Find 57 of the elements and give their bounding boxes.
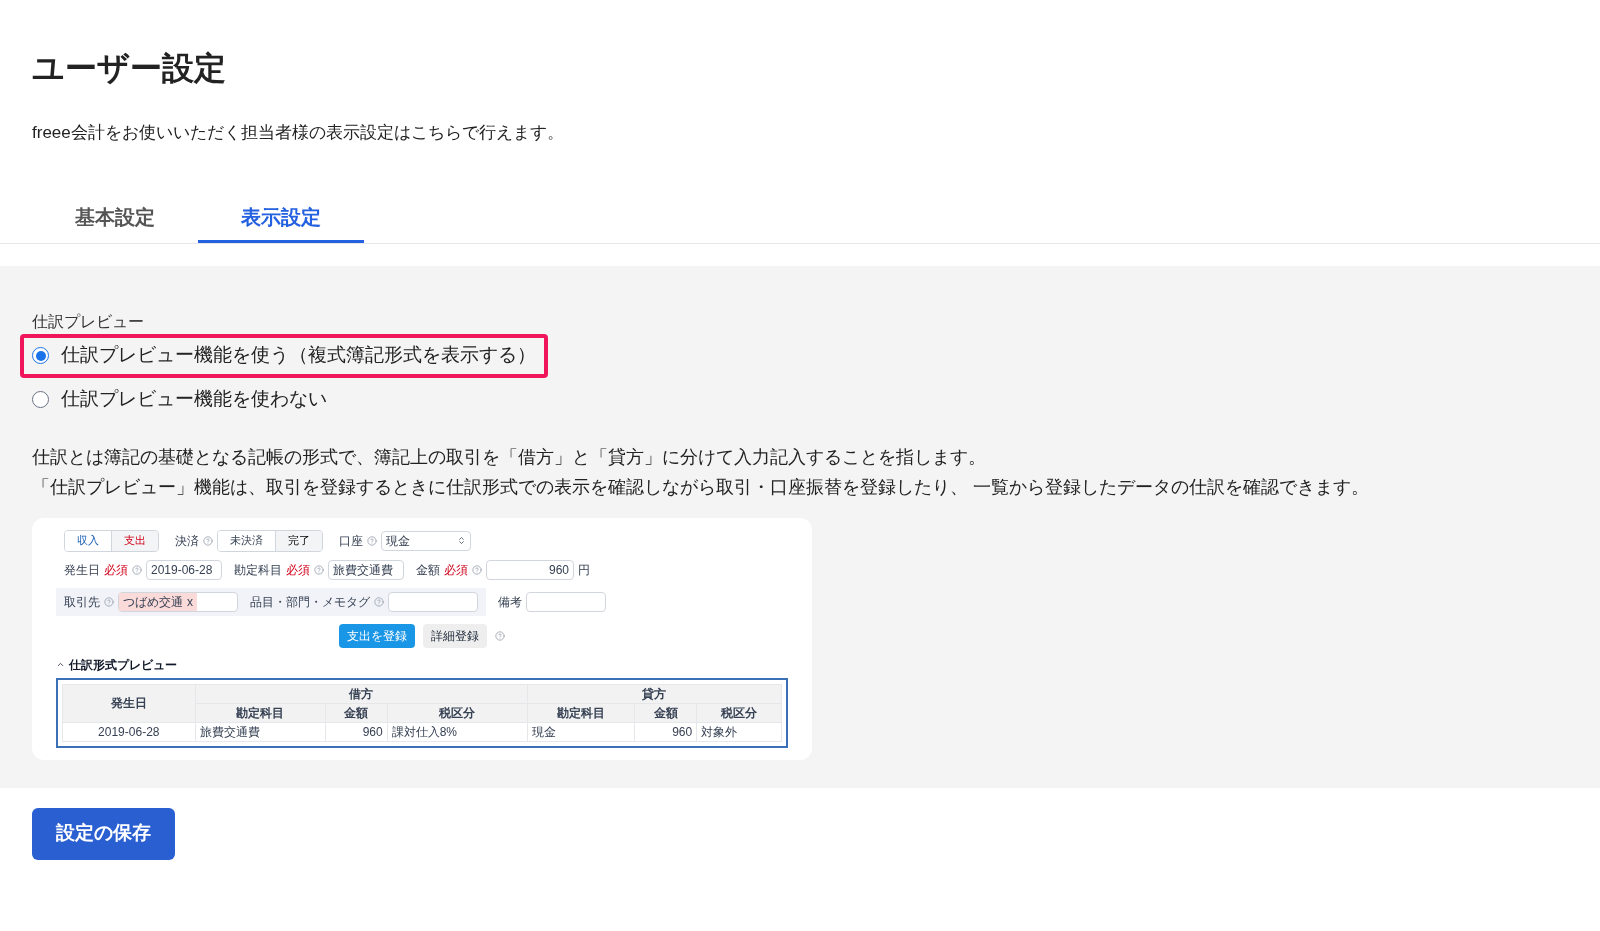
field-label: 口座 [339, 532, 363, 550]
table-cell: 960 [634, 722, 697, 741]
field-label: 発生日 [64, 561, 100, 579]
remove-tag-button[interactable]: x [187, 592, 193, 611]
help-icon[interactable] [104, 596, 114, 607]
table-cell: 960 [325, 722, 388, 741]
help-icon[interactable] [314, 564, 324, 575]
table-header: 貸方 [527, 684, 782, 703]
table-header: 発生日 [62, 684, 196, 722]
section-caption: 仕訳形式プレビュー [69, 656, 177, 674]
detail-button[interactable]: 詳細登録 [423, 623, 487, 648]
partner-tag: つばめ交通 x [119, 592, 197, 611]
help-icon[interactable] [203, 535, 213, 546]
section-label: 仕訳プレビュー [32, 311, 145, 332]
radio-option[interactable]: 仕訳プレビュー機能を使わない [20, 377, 339, 422]
table-header: 借方 [195, 684, 528, 703]
tab[interactable]: 表示設定 [198, 201, 364, 243]
tab[interactable]: 基本設定 [32, 201, 198, 243]
input-field[interactable]: つばめ交通 x [118, 591, 238, 612]
required-label: 必須 [286, 561, 310, 579]
required-label: 必須 [104, 561, 128, 579]
field-label: 決済 [175, 532, 199, 550]
account-select[interactable]: 現金 [381, 530, 471, 551]
select-arrows-icon [457, 536, 466, 545]
table-cell: 旅費交通費 [195, 722, 326, 741]
segment-button[interactable]: 完了 [275, 530, 322, 551]
explanation-text: 仕訳とは簿記の基礎となる記帳の形式で、簿記上の取引を「借方」と「貸方」に分けて入力記入することを指します。 [32, 445, 987, 469]
input-field[interactable]: 2019-06-28 [146, 559, 222, 580]
help-icon[interactable] [495, 630, 505, 641]
help-icon[interactable] [367, 535, 377, 546]
help-icon[interactable] [374, 596, 384, 607]
field-label: 金額 [416, 561, 440, 579]
input-field[interactable] [526, 591, 606, 612]
input-field[interactable] [388, 591, 478, 612]
required-label: 必須 [444, 561, 468, 579]
field-label: 備考 [498, 593, 522, 611]
input-field[interactable]: 960 [486, 559, 574, 580]
field-label: 取引先 [64, 593, 100, 611]
table-cell: 課対仕入8% [387, 722, 528, 741]
table-cell: 対象外 [696, 722, 782, 741]
radio-button[interactable] [32, 391, 49, 408]
table-cell: 現金 [527, 722, 635, 741]
radio-option[interactable]: 仕訳プレビュー機能を使う（複式簿記形式を表示する） [20, 333, 548, 378]
page-description: freee会計をお使いいただく担当者様の表示設定はこちらで行えます。 [32, 122, 565, 144]
explanation-text: 「仕訳プレビュー」機能は、取引を登録するときに仕訳形式での表示を確認しながら取引・口座振替を登録したり、 一覧から登録したデータの仕訳を確認できます。 [32, 475, 1370, 499]
unit-label: 円 [578, 561, 590, 579]
field-label: 勘定科目 [234, 561, 282, 579]
table-cell: 2019-06-28 [62, 722, 196, 741]
save-button[interactable]: 設定の保存 [32, 807, 175, 860]
segment-button[interactable]: 支出 [111, 530, 158, 551]
help-icon[interactable] [472, 564, 482, 575]
collapse-icon[interactable] [56, 660, 65, 669]
help-icon[interactable] [132, 564, 142, 575]
radio-button[interactable] [32, 347, 49, 364]
input-field[interactable]: 旅費交通費 [328, 559, 404, 580]
field-label: 品目・部門・メモタグ [250, 593, 370, 611]
page-title: ユーザー設定 [32, 52, 227, 84]
